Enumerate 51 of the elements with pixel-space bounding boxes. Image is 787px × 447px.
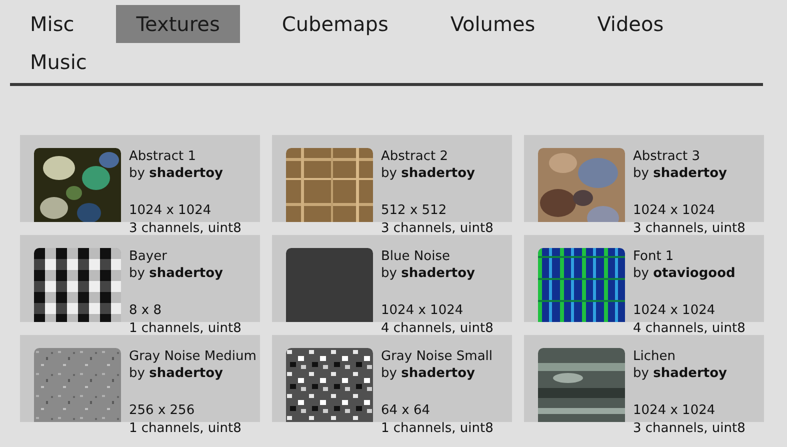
- tab[interactable]: Videos: [577, 5, 684, 43]
- texture-format: 4 channels, uint8: [633, 322, 746, 335]
- author-line: by shadertoy: [129, 165, 223, 182]
- texture-title: Abstract 3: [633, 148, 701, 165]
- tab[interactable]: Misc: [10, 5, 94, 43]
- texture-title: Abstract 1: [129, 148, 197, 165]
- card-background[interactable]: Font 1 by otaviogood 1024 x 1024: [524, 235, 764, 322]
- texture-size: 1024 x 1024: [633, 302, 716, 319]
- author-line: by otaviogood: [633, 265, 736, 282]
- card-background[interactable]: Bayer by shadertoy 8 x 8: [20, 235, 260, 322]
- tab[interactable]: Textures: [116, 5, 240, 43]
- tab[interactable]: Music: [10, 43, 107, 81]
- author-line: by shadertoy: [381, 265, 475, 282]
- texture-title: Gray Noise Medium: [129, 348, 256, 365]
- author-line: by shadertoy: [129, 365, 224, 382]
- card-background[interactable]: Gray Noise Medium by shadertoy 256 x 256: [20, 335, 260, 422]
- card-background[interactable]: Lichen by shadertoy 1024 x 1024: [524, 335, 764, 422]
- texture-title: Gray Noise Small: [381, 348, 493, 365]
- author-line: by shadertoy: [129, 265, 223, 282]
- texture-format: 3 channels, uint8: [129, 222, 242, 235]
- author-line: by shadertoy: [633, 365, 727, 382]
- card-background[interactable]: Abstract 3 by shadertoy 1024 x 1024: [524, 135, 764, 222]
- texture-size: 1024 x 1024: [633, 402, 716, 419]
- texture-title: Abstract 2: [381, 148, 449, 165]
- card-background[interactable]: Abstract 1 by shadertoy 1024 x 1024: [20, 135, 260, 222]
- texture-title: Lichen: [633, 348, 676, 365]
- card-background[interactable]: Blue Noise by shadertoy 1024 x 1024: [272, 235, 512, 322]
- texture-title: Font 1: [633, 248, 675, 265]
- texture-title: Blue Noise: [381, 248, 451, 265]
- tab[interactable]: Volumes: [430, 5, 556, 43]
- texture-size: 8 x 8: [129, 302, 162, 319]
- texture-format: 3 channels, uint8: [381, 222, 494, 235]
- texture-title: Bayer: [129, 248, 168, 265]
- card-background[interactable]: Abstract 2 by shadertoy 512 x 512: [272, 135, 512, 222]
- texture-format: 3 channels, uint8: [633, 422, 746, 435]
- card-background[interactable]: Gray Noise Small by shadertoy 64 x 64: [272, 335, 512, 422]
- author-line: by shadertoy: [381, 165, 475, 182]
- author-line: by shadertoy: [381, 365, 476, 382]
- texture-size: 64 x 64: [381, 402, 432, 419]
- texture-format: 1 channels, uint8: [381, 422, 494, 435]
- texture-size: 1024 x 1024: [129, 202, 212, 219]
- texture-format: 1 channels, uint8: [129, 422, 242, 435]
- author-line: by shadertoy: [633, 165, 727, 182]
- texture-size: 256 x 256: [129, 402, 196, 419]
- texture-size: 1024 x 1024: [633, 202, 716, 219]
- texture-format: 3 channels, uint8: [633, 222, 746, 235]
- texture-format: 4 channels, uint8: [381, 322, 494, 335]
- tab[interactable]: Cubemaps: [262, 5, 408, 43]
- texture-format: 1 channels, uint8: [129, 322, 242, 335]
- texture-size: 512 x 512: [381, 202, 448, 219]
- texture-size: 1024 x 1024: [381, 302, 464, 319]
